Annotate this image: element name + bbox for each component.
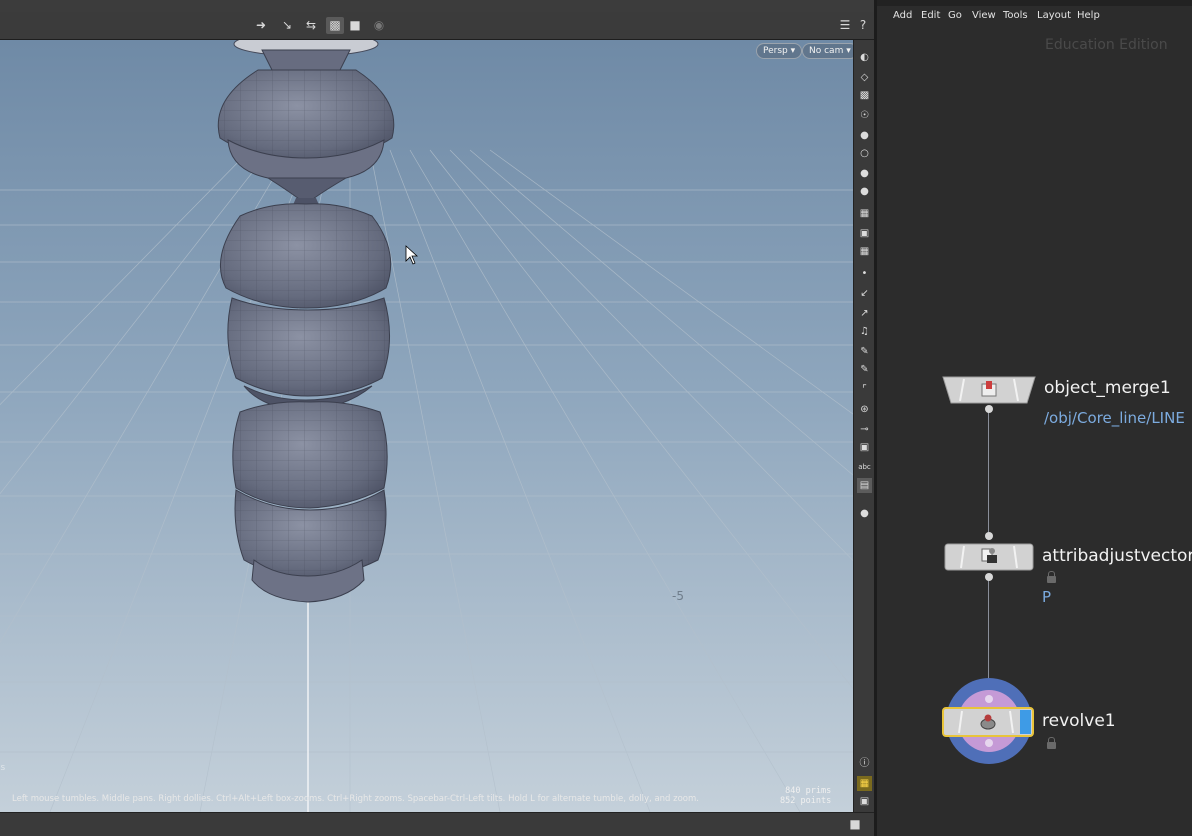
uv-icon[interactable]: ♫ [857, 324, 872, 339]
wire-attribadjust-to-revolve [988, 578, 989, 686]
location-pin-icon[interactable]: ● [857, 506, 872, 521]
display-options-icon[interactable]: ☰ [836, 17, 854, 34]
points-label: points [800, 796, 832, 806]
menu-add[interactable]: Add [893, 10, 912, 21]
bottom-menu-icon[interactable]: ■ [846, 816, 864, 833]
menu-go[interactable]: Go [948, 10, 962, 21]
pin-icon[interactable]: ● [857, 166, 872, 181]
stop-icon[interactable]: ■ [346, 17, 364, 34]
brush-icon[interactable]: ✎ [857, 344, 872, 359]
axis-icon[interactable]: ⊸ [857, 422, 872, 437]
menu-layout[interactable]: Layout [1037, 10, 1071, 21]
node-output-connector[interactable] [985, 405, 993, 413]
lock-icon[interactable] [1047, 737, 1056, 749]
grid-label: -5 [672, 589, 684, 603]
edge-mode-icon[interactable]: ▦ [857, 244, 872, 259]
layout-grid-icon[interactable]: ▦ [857, 776, 872, 791]
transform-handles-icon[interactable]: ⇆ [302, 17, 320, 34]
node-output-connector[interactable] [985, 739, 993, 747]
left-edge-label: is [0, 763, 6, 773]
help-icon[interactable]: ? [854, 17, 872, 34]
viewport-toolbar: ➜ ↘ ⇆ ▩ ■ ◉ ☰ ? [0, 12, 874, 40]
checker-icon[interactable]: ▦ [857, 206, 872, 221]
node-name-attribadjustvector[interactable]: attribadjustvector [1042, 546, 1192, 566]
camera-select-menu[interactable]: No cam ▾ [802, 43, 858, 59]
info-icon[interactable]: ⓘ [857, 756, 872, 771]
prims-stat: 840 prims [780, 786, 831, 796]
arrow-icon[interactable]: ↗ [857, 306, 872, 321]
camera-view-label: Persp [763, 46, 788, 56]
vertex-mode-icon[interactable]: ▣ [857, 226, 872, 241]
revolved-geometry[interactable] [217, 40, 395, 603]
node-input-connector[interactable] [985, 532, 993, 540]
wire-object-merge-to-attribadjust [988, 410, 989, 536]
prims-label: prims [805, 786, 832, 796]
light-bulb-icon[interactable]: ○ [857, 146, 872, 161]
points-stat: 852 points [780, 796, 831, 806]
menu-view[interactable]: View [972, 10, 996, 21]
lock-camera-icon[interactable]: ▩ [857, 88, 872, 103]
geometry-stats: 840 prims 852 points [780, 786, 831, 806]
object-merge-icon [981, 381, 997, 397]
viewport-bottom-bar: ■ [0, 812, 874, 836]
node-param-attribute: P [1042, 588, 1052, 606]
scene-viewport-pane: ➜ ↘ ⇆ ▩ ■ ◉ ☰ ? -5 s Persp ▾ No cam ▾ Le… [0, 0, 874, 836]
normal-icon[interactable]: ↙ [857, 286, 872, 301]
display-toolbar: ◐ ◇ ▩ ☉ ● ○ ● ● ▦ ▣ ▦ • ↙ ↗ ♫ ✎ ✎ ⌜ ⊛ ⊸ … [853, 40, 874, 836]
scene-drawing: -5 is [0, 40, 853, 812]
node-input-connector[interactable] [985, 695, 993, 703]
scatter-icon[interactable]: ⊛ [857, 402, 872, 417]
3d-scene[interactable]: -5 is [0, 40, 853, 812]
move-tool-icon[interactable]: ↘ [278, 17, 296, 34]
lock-icon[interactable] [1047, 571, 1056, 583]
attribute-adjust-icon [981, 548, 997, 563]
node-name-revolve1[interactable]: revolve1 [1042, 711, 1116, 731]
shading-icon[interactable]: ◇ [857, 70, 872, 85]
prims-count: 840 [785, 786, 801, 796]
paint-icon[interactable]: ✎ [857, 362, 872, 377]
node-revolve1[interactable] [942, 707, 1034, 737]
camera-view-menu[interactable]: Persp ▾ [756, 43, 803, 59]
visibility-icon[interactable]: ☉ [857, 108, 872, 123]
select-tool-icon[interactable]: ➜ [252, 17, 270, 34]
marker-icon[interactable]: ● [857, 184, 872, 199]
snapshot-icon[interactable]: ▣ [857, 794, 872, 809]
node-object-merge1[interactable] [942, 376, 1036, 404]
menu-help[interactable]: Help [1077, 10, 1100, 21]
lighting-icon[interactable]: ◐ [857, 50, 872, 65]
snap-toggle-icon[interactable]: ▩ [326, 17, 344, 34]
camera-select-label: No cam [809, 46, 844, 56]
network-menubar: Add Edit Go View Tools Layout Help [877, 6, 1192, 26]
box-icon[interactable]: ▣ [857, 440, 872, 455]
record-icon[interactable]: ◉ [370, 17, 388, 34]
node-output-connector[interactable] [985, 573, 993, 581]
node-name-object-merge1[interactable]: object_merge1 [1044, 378, 1171, 398]
node-attribadjustvector[interactable] [944, 543, 1034, 571]
background-image-icon[interactable]: ▤ [857, 478, 872, 493]
text-labels-icon[interactable]: abc [857, 460, 872, 475]
menu-tools[interactable]: Tools [1003, 10, 1028, 21]
education-edition-watermark: Education Edition [1045, 37, 1168, 53]
viewport-status-hint: Left mouse tumbles. Middle pans. Right d… [12, 794, 699, 804]
node-param-object-path: /obj/Core_line/LINE [1044, 409, 1185, 427]
sphere-icon[interactable]: ● [857, 128, 872, 143]
menu-edit[interactable]: Edit [921, 10, 940, 21]
points-count: 852 [780, 796, 796, 806]
point-icon[interactable]: • [857, 266, 872, 281]
revolve-icon [980, 714, 996, 730]
frame-icon[interactable]: ⌜ [857, 382, 872, 397]
